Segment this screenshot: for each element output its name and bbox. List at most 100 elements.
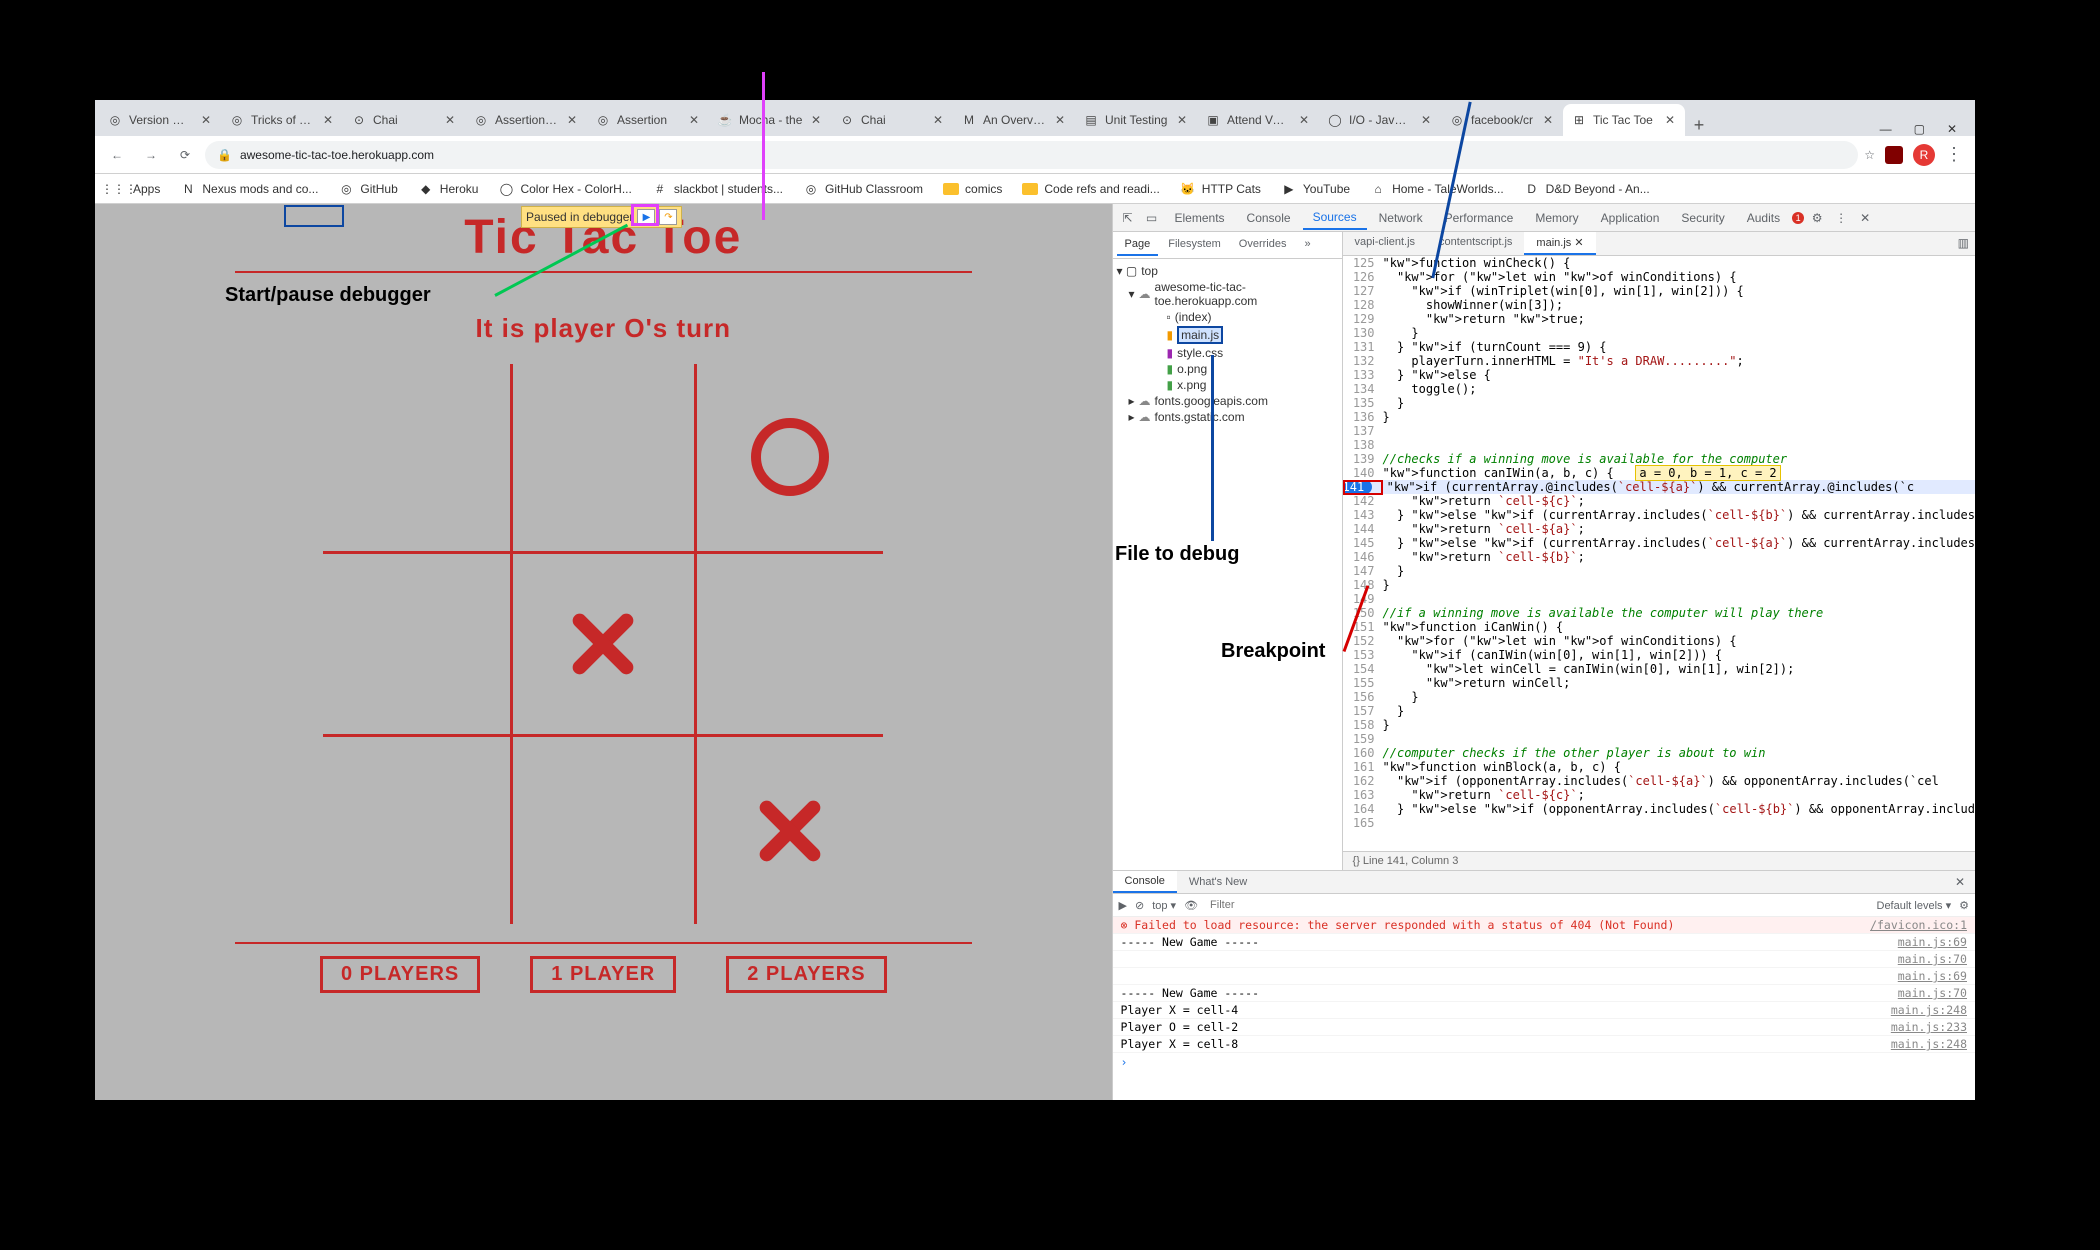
console-close-icon[interactable]: ✕ (1945, 871, 1975, 893)
console-src-link[interactable]: main.js:70 (1898, 986, 1967, 1000)
line-number[interactable]: 154 (1343, 662, 1383, 676)
line-number[interactable]: 143 (1343, 508, 1383, 522)
cell-3[interactable] (323, 551, 510, 738)
code-line[interactable]: 147 } (1343, 564, 1975, 578)
device-mode-icon[interactable]: ▭ (1141, 211, 1163, 225)
new-tab-button[interactable]: + (1685, 115, 1713, 136)
line-number[interactable]: 160 (1343, 746, 1383, 760)
cell-2[interactable] (697, 364, 884, 551)
code-line[interactable]: 143 } "kw">else "kw">if (currentArray.in… (1343, 508, 1975, 522)
console-clear-icon[interactable]: ⊘ (1135, 899, 1144, 912)
devtools-menu-icon[interactable]: ⋮ (1830, 211, 1852, 225)
console-src-link[interactable]: main.js:248 (1891, 1003, 1967, 1017)
line-number[interactable]: 155 (1343, 676, 1383, 690)
tab-close-icon[interactable]: ✕ (931, 113, 945, 127)
bookmark-item[interactable]: ◆Heroku (410, 178, 487, 200)
line-number[interactable]: 134 (1343, 382, 1383, 396)
code-line[interactable]: 130 } (1343, 326, 1975, 340)
bookmark-item[interactable]: ◎GitHub (330, 178, 405, 200)
console-src-link[interactable]: main.js:248 (1891, 1037, 1967, 1051)
code-line[interactable]: 134 toggle(); (1343, 382, 1975, 396)
bookmark-item[interactable]: ◎GitHub Classroom (795, 178, 931, 200)
tree-style[interactable]: ▮ style.css (1115, 345, 1340, 361)
bookmark-item[interactable]: DD&D Beyond - An... (1516, 178, 1658, 200)
bookmark-item[interactable]: ▶YouTube (1273, 178, 1358, 200)
line-number[interactable]: 161 (1343, 760, 1383, 774)
tree-top[interactable]: ▾ ▢ top (1115, 263, 1340, 279)
code-line[interactable]: 145 } "kw">else "kw">if (currentArray.in… (1343, 536, 1975, 550)
profile-avatar[interactable]: R (1913, 144, 1935, 166)
tree-opng[interactable]: ▮ o.png (1115, 361, 1340, 377)
code-line[interactable]: 151"kw">function iCanWin() { (1343, 620, 1975, 634)
line-number[interactable]: 159 (1343, 732, 1383, 746)
line-number[interactable]: 164 (1343, 802, 1383, 816)
devtools-tab-memory[interactable]: Memory (1525, 207, 1588, 229)
editor-tab-vapi[interactable]: vapi-client.js (1343, 232, 1428, 255)
code-line[interactable]: 142 "kw">return `cell-${c}`; (1343, 494, 1975, 508)
console-play-icon[interactable]: ▶ (1119, 899, 1127, 912)
code-line[interactable]: 126 "kw">for ("kw">let win "kw">of winCo… (1343, 270, 1975, 284)
bookmark-star-icon[interactable]: ☆ (1864, 148, 1875, 162)
code-line[interactable]: 138 (1343, 438, 1975, 452)
code-line[interactable]: 155 "kw">return winCell; (1343, 676, 1975, 690)
line-number[interactable]: 138 (1343, 438, 1383, 452)
line-number[interactable]: 158 (1343, 718, 1383, 732)
cell-0[interactable] (323, 364, 510, 551)
minimize-button[interactable]: — (1880, 122, 1892, 136)
line-number[interactable]: 163 (1343, 788, 1383, 802)
code-line[interactable]: 150//if a winning move is available the … (1343, 606, 1975, 620)
bookmark-item[interactable]: Code refs and readi... (1014, 179, 1167, 199)
line-number[interactable]: 126 (1343, 270, 1383, 284)
back-button[interactable]: ← (103, 141, 131, 169)
code-line[interactable]: 164 } "kw">else "kw">if (opponentArray.i… (1343, 802, 1975, 816)
line-number[interactable]: 129 (1343, 312, 1383, 326)
tab-close-icon[interactable]: ✕ (809, 113, 823, 127)
devtools-close-icon[interactable]: ✕ (1854, 211, 1876, 225)
line-number[interactable]: 156 (1343, 690, 1383, 704)
console-src-link[interactable]: /favicon.ico:1 (1870, 918, 1967, 932)
reload-button[interactable]: ⟳ (171, 141, 199, 169)
code-line[interactable]: 128 showWinner(win[3]); (1343, 298, 1975, 312)
code-line[interactable]: 165 (1343, 816, 1975, 830)
browser-tab[interactable]: ▤Unit Testing✕ (1075, 104, 1197, 136)
code-line[interactable]: 149 (1343, 592, 1975, 606)
bookmark-item[interactable]: ⋮⋮⋮Apps (103, 178, 168, 200)
devtools-tab-sources[interactable]: Sources (1303, 206, 1367, 230)
devtools-tab-security[interactable]: Security (1671, 207, 1734, 229)
browser-tab[interactable]: ◎Assertion✕ (587, 104, 709, 136)
code-line[interactable]: 140"kw">function canIWin(a, b, c) { a = … (1343, 466, 1975, 480)
code-line[interactable]: 161"kw">function winBlock(a, b, c) { (1343, 760, 1975, 774)
code-line[interactable]: 158} (1343, 718, 1975, 732)
browser-tab[interactable]: ⊙Chai✕ (831, 104, 953, 136)
browser-tab[interactable]: ◎Version Cont✕ (99, 104, 221, 136)
nav-tab-overrides[interactable]: Overrides (1231, 234, 1295, 256)
line-number[interactable]: 125 (1343, 256, 1383, 270)
cell-6[interactable] (323, 737, 510, 924)
nav-tab-more[interactable]: » (1296, 234, 1318, 256)
cell-4[interactable] (510, 551, 697, 738)
browser-tab[interactable]: ◯I/O - JavaSc✕ (1319, 104, 1441, 136)
line-number[interactable]: 150 (1343, 606, 1383, 620)
tree-fonts2[interactable]: ▸ ☁ fonts.gstatic.com (1115, 409, 1340, 425)
line-number[interactable]: 136 (1343, 410, 1383, 424)
code-line[interactable]: 159 (1343, 732, 1975, 746)
code-line[interactable]: 160//computer checks if the other player… (1343, 746, 1975, 760)
console-settings-icon[interactable]: ⚙ (1959, 899, 1969, 912)
bookmark-item[interactable]: NNexus mods and co... (172, 178, 326, 200)
browser-tab[interactable]: ⊙Chai✕ (343, 104, 465, 136)
mode-1-player[interactable]: 1 PLAYER (530, 956, 676, 993)
tree-domain[interactable]: ▾ ☁ awesome-tic-tac-toe.herokuapp.com (1115, 279, 1340, 309)
bookmark-item[interactable]: comics (935, 179, 1010, 199)
console-tab[interactable]: Console (1113, 871, 1177, 893)
bookmark-item[interactable]: 🐱HTTP Cats (1172, 178, 1269, 200)
nav-tab-page[interactable]: Page (1117, 234, 1159, 256)
code-line[interactable]: 132 playerTurn.innerHTML = "It's a DRAW.… (1343, 354, 1975, 368)
inspect-icon[interactable]: ⇱ (1117, 211, 1139, 225)
cell-7[interactable] (510, 737, 697, 924)
console-src-link[interactable]: main.js:233 (1891, 1020, 1967, 1034)
tab-close-icon[interactable]: ✕ (565, 113, 579, 127)
line-number[interactable]: 132 (1343, 354, 1383, 368)
line-number[interactable]: 139 (1343, 452, 1383, 466)
line-number[interactable]: 165 (1343, 816, 1383, 830)
tab-close-icon[interactable]: ✕ (1663, 113, 1677, 127)
